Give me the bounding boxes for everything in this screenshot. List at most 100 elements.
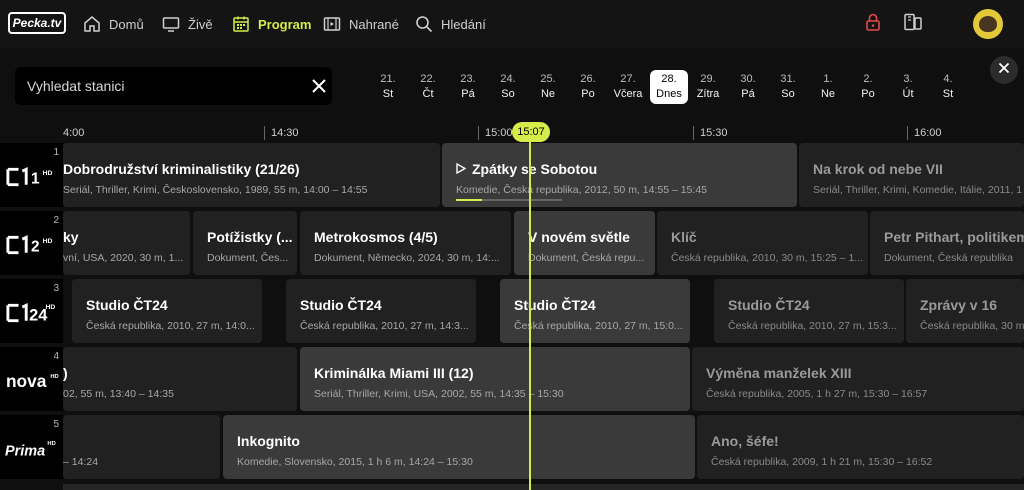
- day-item[interactable]: 30. Pá: [729, 70, 767, 104]
- day-weekday: Po: [861, 88, 875, 100]
- day-number: 24.: [500, 73, 516, 85]
- devices-button[interactable]: [901, 12, 925, 36]
- nav-item-home[interactable]: Domů: [83, 0, 144, 48]
- channel-cell[interactable]: 5 Prima HD: [0, 415, 63, 479]
- nav-item-recordings[interactable]: Nahrané: [323, 0, 399, 48]
- close-button[interactable]: [990, 56, 1018, 84]
- day-item[interactable]: 4. St: [929, 70, 967, 104]
- program-meta: Dokument, Německo, 2024, 30 m, 14:...: [314, 252, 500, 264]
- nav-item-program[interactable]: Program: [232, 0, 311, 48]
- channel-row: 4 nova HD ) 02, 55 m, 13:40 – 14:35 Krimi…: [0, 347, 1024, 411]
- nav-item-live[interactable]: Živě: [162, 0, 213, 48]
- svg-text:HD: HD: [47, 441, 55, 447]
- program-title: ): [63, 365, 68, 381]
- svg-text:1: 1: [31, 171, 40, 188]
- program-title: Studio ČT24: [86, 297, 168, 313]
- day-weekday: Včera: [613, 88, 643, 100]
- station-search-input[interactable]: [15, 67, 285, 105]
- program-card-current[interactable]: Inkognito Komedie, Slovensko, 2015, 1 h …: [223, 415, 695, 479]
- day-item[interactable]: 1. Ne: [809, 70, 847, 104]
- program-title: Studio ČT24: [300, 297, 382, 313]
- program-card[interactable]: Zprávy v 16 Česká republika, 30 m: [906, 279, 1024, 343]
- program-card[interactable]: Potížistky (... Dokument, Čes...: [193, 211, 297, 275]
- channel-cell[interactable]: 3 24 HD: [0, 279, 63, 343]
- bear-avatar-icon: [979, 16, 997, 32]
- ct2-logo-icon: 2 HD: [5, 233, 59, 257]
- day-weekday: Pá: [741, 88, 755, 100]
- program-card[interactable]: Studio ČT24 Česká republika, 2010, 27 m,…: [714, 279, 904, 343]
- program-card[interactable]: – 14:24: [63, 415, 220, 479]
- channel-number: 3: [53, 283, 59, 294]
- day-item[interactable]: 27. Včera: [609, 70, 647, 104]
- prima-logo-icon: Prima HD: [5, 437, 59, 461]
- program-meta: Česká republika, 2009, 1 h 21 m, 15:30 –…: [711, 456, 933, 468]
- day-item[interactable]: 29. Zítra: [689, 70, 727, 104]
- top-navigation-bar: Pecka.tv Domů Živě Program Nahrané Hledá…: [0, 0, 1024, 48]
- nav-item-label: Hledání: [441, 16, 486, 32]
- program-meta: 02, 55 m, 13:40 – 14:35: [63, 388, 174, 400]
- nav-item-label: Program: [258, 16, 312, 32]
- day-item[interactable]: 25. Ne: [529, 70, 567, 104]
- program-card[interactable]: Petr Pithart, politikem Dokument, Česká …: [870, 211, 1024, 275]
- channel-cell[interactable]: 4 nova HD: [0, 347, 63, 411]
- day-item[interactable]: 31. So: [769, 70, 807, 104]
- day-number: 26.: [580, 73, 596, 85]
- program-card-current[interactable]: Zpátky se Sobotou Komedie, Česká republi…: [442, 143, 797, 207]
- program-meta: Česká republika, 2010, 27 m, 14:0...: [86, 320, 255, 332]
- timeline-tick: 15:00: [478, 126, 513, 140]
- program-card[interactable]: ky vní, USA, 2020, 30 m, 1...: [63, 211, 190, 275]
- program-title: Inkognito: [237, 433, 300, 449]
- nav-item-label: Nahrané: [349, 16, 399, 32]
- program-title: Ano, šéfe!: [711, 433, 779, 449]
- program-meta: Komedie, Slovensko, 2015, 1 h 6 m, 14:24…: [237, 456, 473, 468]
- program-meta: Česká republika, 2005, 1 h 27 m, 15:30 –…: [706, 388, 928, 400]
- day-item[interactable]: 22. Čt: [409, 70, 447, 104]
- channel-number: 4: [53, 351, 59, 362]
- parental-lock-button[interactable]: [861, 12, 885, 36]
- clear-search-icon[interactable]: [311, 78, 327, 94]
- app-logo[interactable]: Pecka.tv: [8, 12, 66, 34]
- day-item[interactable]: 21. St: [369, 70, 407, 104]
- program-card[interactable]: Studio ČT24 Česká republika, 2010, 27 m,…: [286, 279, 476, 343]
- program-meta: vní, USA, 2020, 30 m, 1...: [63, 252, 184, 264]
- program-card[interactable]: Na krok od nebe VII Seriál, Thriller, Kr…: [799, 143, 1024, 207]
- epg-grid: 1 1 HD Dobrodružství kriminalistiky (21/2…: [0, 143, 1024, 490]
- channel-cell[interactable]: 2 2 HD: [0, 211, 63, 275]
- channel-cell[interactable]: 1 1 HD: [0, 143, 63, 207]
- day-item-selected[interactable]: 28. Dnes: [650, 70, 688, 104]
- day-number: 21.: [380, 73, 396, 85]
- current-time-badge: 15:07: [512, 122, 550, 142]
- program-meta: Komedie, Česká republika, 2012, 50 m, 14…: [456, 184, 707, 196]
- close-icon: [998, 61, 1010, 79]
- nav-item-search[interactable]: Hledání: [415, 0, 486, 48]
- day-item[interactable]: 26. Po: [569, 70, 607, 104]
- program-card[interactable]: Dobrodružství kriminalistiky (21/26) Ser…: [63, 143, 440, 207]
- day-item[interactable]: 23. Pá: [449, 70, 487, 104]
- channel-row: 3 24 HD Studio ČT24 Česká republika, 2010…: [0, 279, 1024, 343]
- program-card-current[interactable]: Kriminálka Miami III (12) Seriál, Thrill…: [300, 347, 690, 411]
- program-card[interactable]: Ano, šéfe! Česká republika, 2009, 1 h 21…: [697, 415, 1024, 479]
- program-card[interactable]: Studio ČT24 Česká republika, 2010, 27 m,…: [72, 279, 262, 343]
- program-card[interactable]: Výměna manželek XIII Česká republika, 20…: [692, 347, 1024, 411]
- user-avatar[interactable]: [973, 9, 1003, 39]
- svg-text:2: 2: [31, 239, 40, 256]
- day-item[interactable]: 3. Út: [889, 70, 927, 104]
- channel-number: 5: [53, 419, 59, 430]
- day-weekday: So: [501, 88, 515, 100]
- svg-text:HD: HD: [46, 304, 56, 311]
- program-title: ky: [63, 229, 79, 245]
- timeline-tick: 16:00: [907, 126, 942, 140]
- channel-row: 2 2 HD ky vní, USA, 2020, 30 m, 1... Potí…: [0, 211, 1024, 275]
- day-weekday: So: [781, 88, 795, 100]
- program-card-current[interactable]: V novém světle Dokument, Česká repu...: [514, 211, 655, 275]
- program-card[interactable]: ) 02, 55 m, 13:40 – 14:35: [63, 347, 297, 411]
- lock-icon: [865, 13, 881, 36]
- program-card[interactable]: Metrokosmos (4/5) Dokument, Německo, 202…: [300, 211, 511, 275]
- day-item[interactable]: 2. Po: [849, 70, 887, 104]
- day-weekday: Dnes: [656, 88, 682, 100]
- day-item[interactable]: 24. So: [489, 70, 527, 104]
- play-icon: [456, 162, 467, 175]
- day-weekday: St: [942, 88, 954, 100]
- program-title: Studio ČT24: [728, 297, 810, 313]
- program-card[interactable]: Klíč Česká republika, 2010, 30 m, 15:25 …: [657, 211, 868, 275]
